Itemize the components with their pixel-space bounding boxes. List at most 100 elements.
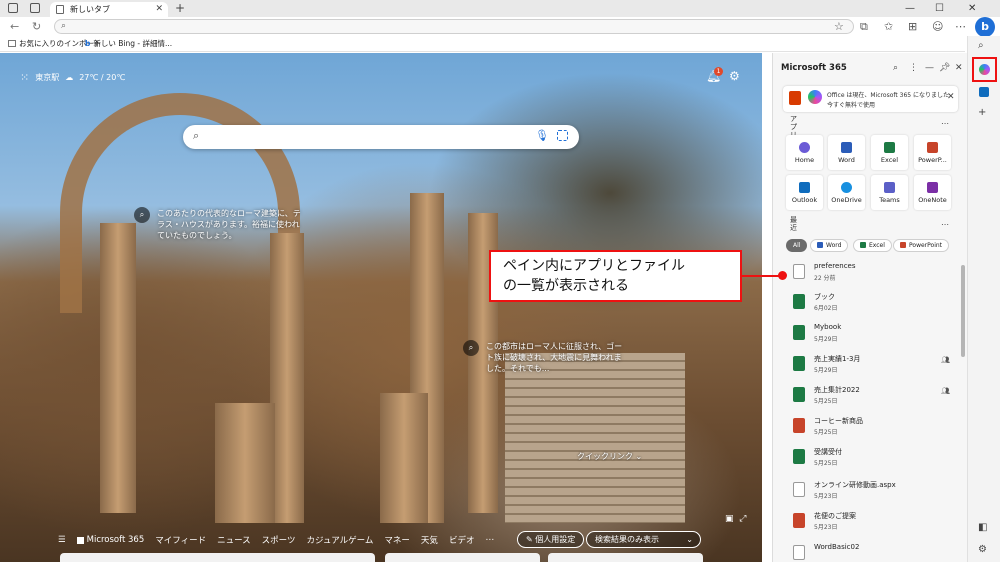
- favorites-icon[interactable]: ✩: [884, 19, 893, 34]
- visual-search-icon[interactable]: [557, 130, 568, 141]
- file-date: 5月25日: [814, 460, 838, 467]
- filter-word[interactable]: Word: [810, 239, 849, 252]
- nav-my-feed[interactable]: マイフィード: [155, 534, 206, 546]
- location-weather[interactable]: ⁙ 東京駅 ☁ 27℃ / 20℃: [20, 71, 125, 84]
- tab-actions-icon[interactable]: [30, 3, 40, 13]
- expand-icon[interactable]: ⤢: [739, 514, 746, 524]
- close-window-button[interactable]: ✕: [968, 0, 976, 17]
- back-icon[interactable]: ←: [10, 19, 19, 34]
- nav-sports[interactable]: スポーツ: [262, 534, 296, 546]
- tab-close-icon[interactable]: ✕: [155, 2, 163, 17]
- results-only-dropdown[interactable]: 検索結果のみ表示 ⌄: [586, 531, 701, 548]
- powerpoint-icon: [900, 242, 906, 248]
- collections-icon[interactable]: ⊞: [908, 19, 917, 34]
- split-view-icon[interactable]: ◧: [978, 522, 987, 533]
- tab-new-tab[interactable]: 新しいタブ ✕: [50, 2, 168, 17]
- maximize-button[interactable]: ☐: [935, 0, 944, 17]
- favorite-star-icon[interactable]: ☆: [834, 19, 844, 34]
- personal-settings-button[interactable]: ✎ 個人用設定: [517, 531, 585, 548]
- search-icon[interactable]: ⌕: [978, 40, 984, 51]
- microphone-icon[interactable]: 🎙︎: [535, 129, 549, 142]
- nav-video[interactable]: ビデオ: [449, 534, 475, 546]
- microsoft365-logo-icon: [979, 64, 990, 75]
- filter-excel[interactable]: Excel: [853, 239, 892, 252]
- nav-microsoft365[interactable]: Microsoft 365: [76, 535, 144, 545]
- office-rename-banner[interactable]: Office は現在、Microsoft 365 になりました 今すぐ無料で使用…: [783, 86, 958, 112]
- feed-card[interactable]: [60, 553, 375, 562]
- search-icon[interactable]: ⌕: [893, 53, 898, 83]
- nav-news[interactable]: ニュース: [217, 534, 251, 546]
- minimize-button[interactable]: —: [905, 0, 915, 17]
- recent-file-item[interactable]: ブック 6月02日: [793, 292, 958, 318]
- close-icon[interactable]: ✕: [947, 92, 955, 102]
- app-excel[interactable]: Excel: [871, 135, 908, 170]
- profile-avatar-icon[interactable]: ☺: [932, 19, 943, 34]
- more-menu-icon[interactable]: ⋯: [955, 19, 966, 34]
- app-onedrive[interactable]: OneDrive: [828, 175, 865, 210]
- excel-file-icon: [793, 387, 805, 402]
- recent-more-icon[interactable]: ⋯: [941, 220, 949, 229]
- image-info-hotspot[interactable]: ⌕: [134, 207, 150, 223]
- panel-scrollbar[interactable]: [961, 265, 965, 357]
- new-tab-button[interactable]: +: [175, 0, 185, 17]
- more-icon[interactable]: ⋯: [485, 535, 494, 545]
- address-bar[interactable]: ⌕: [54, 19, 854, 34]
- split-screen-icon[interactable]: ⧉: [860, 19, 868, 34]
- app-word[interactable]: Word: [828, 135, 865, 170]
- powerpoint-app-icon: [927, 142, 938, 153]
- callout-line1: ペイン内にアプリとファイル: [503, 258, 685, 274]
- file-date: 5月23日: [814, 524, 838, 531]
- nav-casual-games[interactable]: カジュアルゲーム: [307, 534, 374, 546]
- recent-file-item[interactable]: オンライン研修動画.aspx 5月23日: [793, 480, 958, 506]
- web-search-box[interactable]: ⌕ 🎙︎: [183, 125, 579, 149]
- recent-file-item[interactable]: 花便のご提案 5月23日: [793, 511, 958, 537]
- apps-more-icon[interactable]: ⋯: [941, 119, 949, 128]
- sidebar-microsoft365-button[interactable]: [972, 57, 997, 82]
- app-onenote[interactable]: OneNote: [914, 175, 951, 210]
- more-vertical-icon[interactable]: ⋮: [909, 53, 918, 83]
- apps-grid-icon[interactable]: ⁙: [20, 71, 29, 84]
- app-teams[interactable]: Teams: [871, 175, 908, 210]
- camera-icon[interactable]: ▣: [725, 514, 734, 524]
- workspaces-icon[interactable]: [8, 3, 18, 13]
- hamburger-icon[interactable]: ☰: [58, 535, 66, 545]
- excel-file-icon: [793, 449, 805, 464]
- feed-card[interactable]: [385, 553, 540, 562]
- image-info-hotspot[interactable]: ⌕: [463, 340, 479, 356]
- filter-all[interactable]: All: [786, 239, 808, 252]
- recent-file-item[interactable]: 受講受付 5月25日: [793, 447, 958, 473]
- outlook-icon[interactable]: [979, 87, 989, 97]
- file-date: 5月25日: [814, 398, 838, 405]
- document-file-icon: [793, 482, 805, 497]
- pin-icon[interactable]: 📌︎: [939, 53, 950, 83]
- recent-file-item[interactable]: 売上実績1-3月 5月29日 👥︎: [793, 354, 958, 380]
- filter-powerpoint[interactable]: PowerPoint: [893, 239, 950, 252]
- nav-money[interactable]: マネー: [384, 534, 410, 546]
- pen-icon: ✎: [526, 535, 533, 544]
- add-icon[interactable]: +: [978, 107, 986, 118]
- file-name: コーヒー新商品: [814, 417, 863, 425]
- word-icon: [817, 242, 823, 248]
- gear-icon[interactable]: ⚙: [978, 544, 987, 555]
- minimize-icon[interactable]: —: [925, 53, 934, 83]
- recent-file-item[interactable]: コーヒー新商品 5月25日: [793, 416, 958, 442]
- app-outlook[interactable]: Outlook: [786, 175, 823, 210]
- app-home[interactable]: Home: [786, 135, 823, 170]
- bing-copilot-button[interactable]: b: [975, 17, 995, 37]
- recent-file-item[interactable]: WordBasic02: [793, 543, 958, 562]
- weather-cloud-icon: ☁: [65, 73, 74, 82]
- microsoft-logo-icon: [76, 536, 84, 544]
- app-powerpoint[interactable]: PowerP...: [914, 135, 951, 170]
- notification-bell-icon[interactable]: 🔔︎ 1: [706, 67, 723, 83]
- nav-weather[interactable]: 天気: [421, 534, 438, 546]
- recent-file-item[interactable]: preferences 22 分前: [793, 262, 958, 288]
- feed-card[interactable]: [548, 553, 703, 562]
- office-logo-icon: [789, 91, 801, 105]
- close-icon[interactable]: ✕: [955, 53, 963, 83]
- gear-icon[interactable]: ⚙: [729, 69, 740, 83]
- refresh-icon[interactable]: ↻: [32, 19, 41, 34]
- quick-links-toggle[interactable]: クイックリンク ⌄: [577, 451, 642, 462]
- recent-file-item[interactable]: 売上集計2022 5月25日 👥︎: [793, 385, 958, 411]
- bookmark-new-bing[interactable]: b 新しい Bing - 詳細情...: [85, 36, 172, 52]
- recent-file-item[interactable]: Mybook 5月29日: [793, 323, 958, 349]
